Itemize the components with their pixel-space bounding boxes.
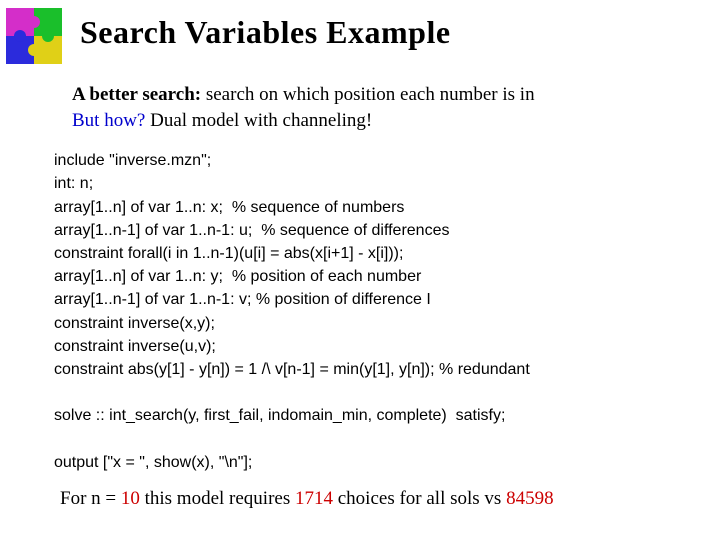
code-line: include "inverse.mzn"; xyxy=(54,149,720,172)
code-line: array[1..n] of var 1..n: y; % position o… xyxy=(54,265,720,288)
footer-t1: For n = xyxy=(60,488,121,509)
code-line: constraint inverse(x,y); xyxy=(54,312,720,335)
code-line: constraint inverse(u,v); xyxy=(54,335,720,358)
code-spacer xyxy=(54,428,720,451)
code-line: array[1..n] of var 1..n: x; % sequence o… xyxy=(54,196,720,219)
code-spacer xyxy=(54,381,720,404)
intro-line-1: A better search: search on which positio… xyxy=(72,82,720,108)
code-line: constraint abs(y[1] - y[n]) = 1 /\ v[n-1… xyxy=(54,358,720,381)
intro-line-2: But how? Dual model with channeling! xyxy=(72,108,720,134)
intro-rest-1: search on which position each number is … xyxy=(201,84,534,105)
footer-text: For n = 10 this model requires 1714 choi… xyxy=(60,488,720,510)
code-line: array[1..n-1] of var 1..n-1: v; % positi… xyxy=(54,288,720,311)
intro-text: A better search: search on which positio… xyxy=(72,82,720,133)
footer-t2: this model requires xyxy=(140,488,295,509)
code-line: output ["x = ", show(x), "\n"]; xyxy=(54,451,720,474)
code-line: int: n; xyxy=(54,172,720,195)
code-line: constraint forall(i in 1..n-1)(u[i] = ab… xyxy=(54,242,720,265)
code-line: solve :: int_search(y, first_fail, indom… xyxy=(54,404,720,427)
code-block: include "inverse.mzn"; int: n; array[1..… xyxy=(54,149,720,474)
slide-header: Search Variables Example xyxy=(0,0,720,64)
slide-title: Search Variables Example xyxy=(80,14,451,51)
footer-vs: 84598 xyxy=(506,488,554,509)
footer-t3: choices for all sols vs xyxy=(333,488,506,509)
footer-choices: 1714 xyxy=(295,488,333,509)
puzzle-icon xyxy=(6,8,62,64)
code-line: array[1..n-1] of var 1..n-1: u; % sequen… xyxy=(54,219,720,242)
intro-bold: A better search: xyxy=(72,84,201,105)
footer-n: 10 xyxy=(121,488,140,509)
intro-blue: But how? xyxy=(72,110,145,131)
intro-rest-2: Dual model with channeling! xyxy=(145,110,372,131)
